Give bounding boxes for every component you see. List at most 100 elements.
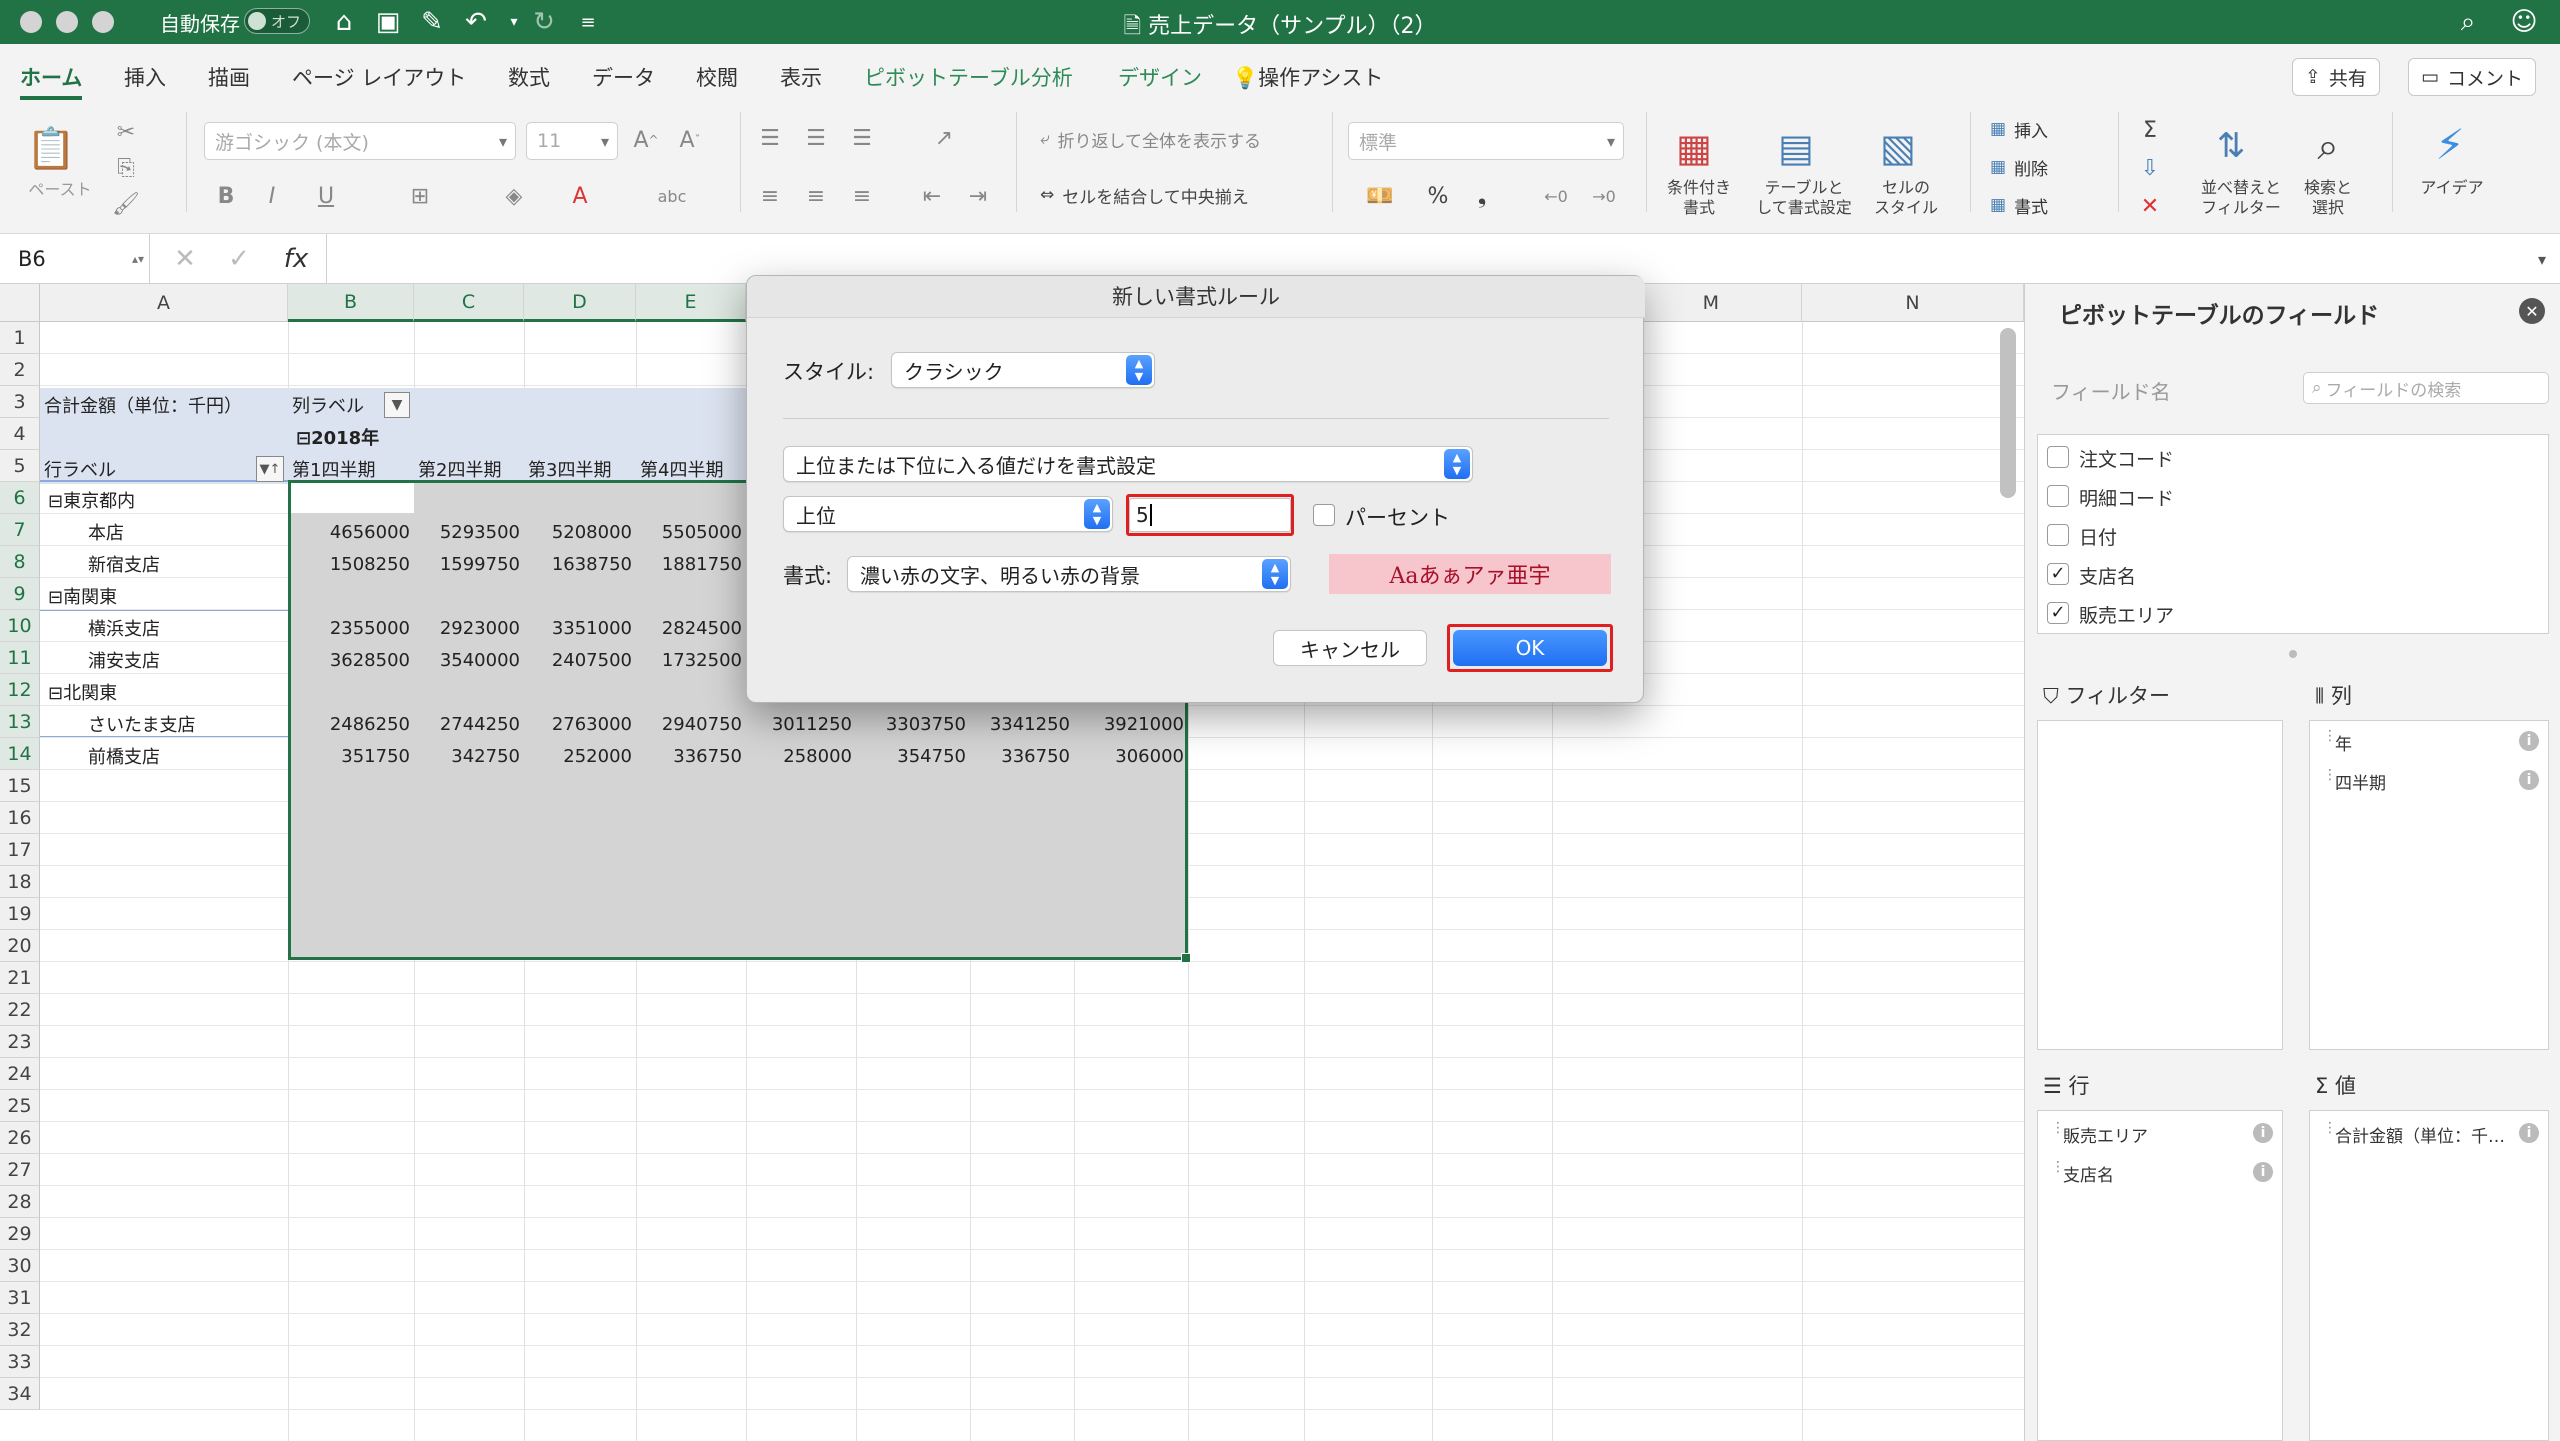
row-header-2[interactable]: 2 [0,354,40,386]
find-select-icon[interactable]: ⌕ [2296,116,2360,176]
format-cells-button[interactable]: ▦ 書式 [1990,190,2090,220]
column-header-c[interactable]: C [414,284,524,322]
tab-design[interactable]: デザイン [1118,62,1202,92]
name-box[interactable]: B6 [0,234,150,284]
row-header-30[interactable]: 30 [0,1250,40,1282]
row-header-7[interactable]: 7 [0,514,40,546]
row-header-21[interactable]: 21 [0,962,40,994]
row-header-5[interactable]: 5 [0,450,40,482]
cancel-button[interactable]: キャンセル [1273,630,1427,666]
row-header-22[interactable]: 22 [0,994,40,1026]
row-header-32[interactable]: 32 [0,1314,40,1346]
align-middle-icon[interactable]: ☰ [798,120,834,156]
row-label-shinjuku[interactable]: 新宿支店 [88,548,284,580]
increase-decimal-icon[interactable]: ←0 [1536,178,1576,214]
merge-center-button[interactable]: ⇔ セルを結合して中央揃え [1040,180,1320,210]
decrease-font-icon[interactable]: Aˇ [672,122,708,158]
value-cell[interactable]: 2940750 [636,708,746,740]
align-bottom-icon[interactable]: ☰ [844,120,880,156]
tab-view[interactable]: 表示 [780,62,822,92]
row-header-34[interactable]: 34 [0,1378,40,1410]
find-select-label[interactable]: 検索と 選択 [2290,178,2366,218]
font-size-combo[interactable]: 11 [526,122,618,160]
row-header-18[interactable]: 18 [0,866,40,898]
field-checkbox[interactable]: ✓ [2047,563,2069,585]
comment-button[interactable]: ▭ コメント [2408,58,2536,96]
row-header-26[interactable]: 26 [0,1122,40,1154]
field-name[interactable]: 販売エリア [2079,601,2174,628]
value-cell[interactable]: 1638750 [524,548,636,580]
insert-function-icon[interactable]: fx [276,242,316,276]
font-name-combo[interactable]: 游ゴシック (本文) [204,122,516,160]
value-cell[interactable]: 2355000 [288,612,414,644]
tab-home[interactable]: ホーム [20,62,83,100]
field-name[interactable]: 注文コード [2079,445,2174,472]
info-icon[interactable]: i [2253,1162,2273,1182]
row-header-23[interactable]: 23 [0,1026,40,1058]
decrease-indent-icon[interactable]: ⇤ [914,178,950,214]
copy-icon[interactable]: ⎘ [110,152,142,184]
row-header-8[interactable]: 8 [0,546,40,578]
field-name[interactable]: 明細コード [2079,484,2174,511]
row-header-25[interactable]: 25 [0,1090,40,1122]
font-color-icon[interactable]: A [556,178,604,214]
info-icon[interactable]: i [2519,731,2539,751]
format-painter-icon[interactable]: 🖌 [110,188,142,220]
align-right-icon[interactable]: ≡ [844,178,880,214]
orientation-icon[interactable]: ↗ [914,120,974,156]
value-cell[interactable]: 4656000 [288,516,414,548]
vertical-scrollbar-thumb[interactable] [2000,328,2016,498]
value-cell[interactable]: 3921000 [1074,708,1188,740]
column-filter-dropdown-icon[interactable]: ▼ [384,392,410,418]
format-as-table-label[interactable]: テーブルと して書式設定 [1746,178,1862,218]
fill-color-icon[interactable]: ◈ [490,178,538,214]
bold-icon[interactable]: B [210,178,242,214]
column-header-e[interactable]: E [636,284,746,322]
row-header-11[interactable]: 11 [0,642,40,674]
row-header-15[interactable]: 15 [0,770,40,802]
row-label-maebashi[interactable]: 前橋支店 [88,740,284,772]
phonetic-icon[interactable]: abc [648,178,696,214]
cell-a5[interactable]: 行ラベル [44,454,264,484]
search-icon[interactable]: ⌕ [2450,4,2486,40]
clear-icon[interactable]: ✕ [2132,188,2168,224]
row-header-4[interactable]: 4 [0,418,40,450]
format-select[interactable]: 濃い赤の文字、明るい赤の背景 ▲ ▼ [847,556,1291,592]
tab-draw[interactable]: 描画 [208,62,250,92]
fill-handle[interactable] [1181,953,1191,963]
quarter-header-3[interactable]: 第3四半期 [528,454,638,484]
rule-type-select[interactable]: 上位または下位に入る値だけを書式設定 ▲ ▼ [783,446,1473,482]
active-cell-b6[interactable] [291,483,414,513]
columns-area-item[interactable]: 年 [2335,730,2352,755]
row-filter-dropdown-icon[interactable]: ▼↑ [256,456,284,482]
tab-pivot-analyze[interactable]: ピボットテーブル分析 [864,62,1073,92]
value-cell[interactable]: 258000 [746,740,856,772]
share-button[interactable]: ⇪ 共有 [2292,58,2380,96]
row-header-6[interactable]: 6 [0,482,40,514]
currency-icon[interactable]: 💴 [1352,178,1408,214]
conditional-format-icon[interactable]: ▦ [1664,118,1724,178]
filter-drop-area[interactable] [2037,720,2283,1050]
field-name[interactable]: 支店名 [2079,562,2136,589]
row-header-24[interactable]: 24 [0,1058,40,1090]
value-cell[interactable]: 342750 [414,740,524,772]
italic-icon[interactable]: I [256,178,288,214]
value-cell[interactable]: 5293500 [414,516,524,548]
row-header-33[interactable]: 33 [0,1346,40,1378]
row-header-16[interactable]: 16 [0,802,40,834]
decrease-decimal-icon[interactable]: →0 [1584,178,1624,214]
value-cell[interactable]: 2763000 [524,708,636,740]
row-header-17[interactable]: 17 [0,834,40,866]
confirm-entry-icon[interactable]: ✓ [222,242,256,276]
value-cell[interactable]: 2824500 [636,612,746,644]
value-cell[interactable]: 3540000 [414,644,524,676]
value-cell[interactable]: 3628500 [288,644,414,676]
info-icon[interactable]: i [2519,770,2539,790]
row-label-kita-kanto[interactable]: ⊟北関東 [48,676,284,708]
rank-select[interactable]: 上位 ▲ ▼ [783,496,1113,532]
number-format-combo[interactable]: 標準 [1348,122,1624,160]
format-as-table-icon[interactable]: ▤ [1766,118,1826,178]
value-cell[interactable]: 2744250 [414,708,524,740]
cell-a3[interactable]: 合計金額（単位：千円） [44,390,288,420]
close-pane-icon[interactable]: ✕ [2519,298,2545,324]
